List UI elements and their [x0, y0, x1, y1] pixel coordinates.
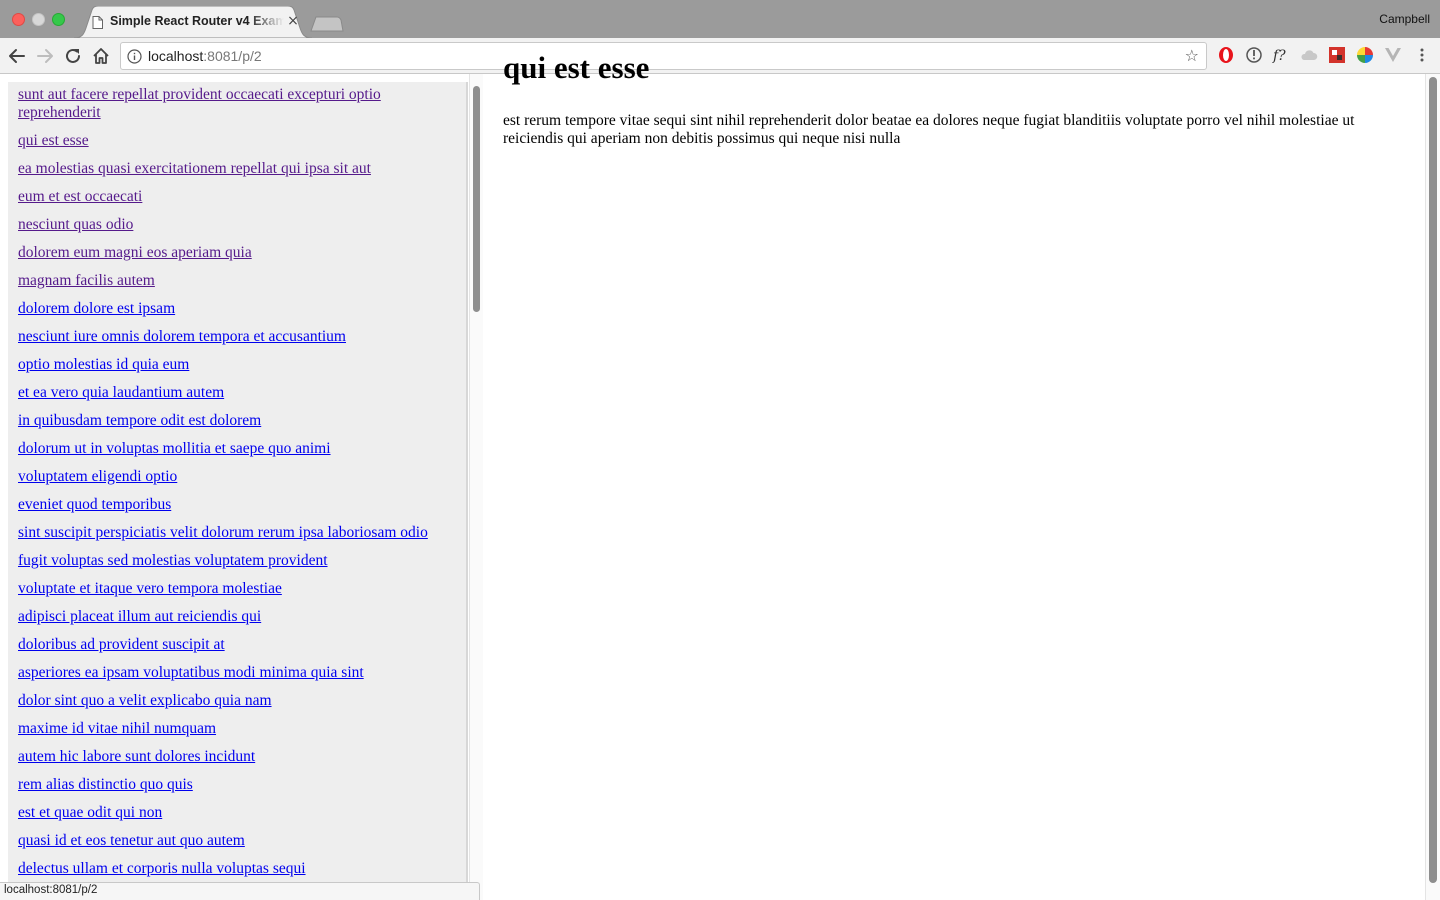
post-link[interactable]: autem hic labore sunt dolores incidunt — [18, 748, 255, 765]
list-item: eveniet quod temporibus — [18, 496, 456, 514]
list-item: voluptate et itaque vero tempora molesti… — [18, 580, 456, 598]
sidebar-scroll-thumb[interactable] — [473, 86, 480, 312]
post-link[interactable]: et ea vero quia laudantium autem — [18, 384, 224, 401]
post-title: qui est esse — [503, 50, 650, 85]
list-item: est et quae odit qui non — [18, 804, 456, 822]
list-item: quasi id et eos tenetur aut quo autem — [18, 832, 456, 850]
post-link[interactable]: nesciunt quas odio — [18, 216, 133, 233]
list-item: dolorum ut in voluptas mollitia et saepe… — [18, 440, 456, 458]
window-titlebar: Simple React Router v4 Example × Campbel… — [0, 0, 1440, 38]
list-item: dolorem eum magni eos aperiam quia — [18, 244, 456, 262]
post-link[interactable]: quasi id et eos tenetur aut quo autem — [18, 832, 245, 849]
list-item: dolorem dolore est ipsam — [18, 300, 456, 318]
forward-arrow-icon[interactable] — [34, 45, 56, 67]
list-item: magnam facilis autem — [18, 272, 456, 290]
menu-dots-icon[interactable] — [1413, 46, 1431, 64]
post-link[interactable]: dolor sint quo a velit explicabo quia na… — [18, 692, 272, 709]
page-scroll-thumb[interactable] — [1429, 77, 1437, 883]
post-link[interactable]: sunt aut facere repellat provident occae… — [18, 86, 381, 121]
post-link[interactable]: rem alias distinctio quo quis — [18, 776, 193, 793]
post-link[interactable]: maxime id vitae nihil numquam — [18, 720, 216, 737]
post-link[interactable]: dolorem dolore est ipsam — [18, 300, 175, 317]
list-item: in quibusdam tempore odit est dolorem — [18, 412, 456, 430]
reload-icon[interactable] — [62, 45, 84, 67]
post-link[interactable]: in quibusdam tempore odit est dolorem — [18, 412, 261, 429]
post-link[interactable]: nesciunt iure omnis dolorem tempora et a… — [18, 328, 346, 345]
list-item: optio molestias id quia eum — [18, 356, 456, 374]
back-arrow-icon[interactable] — [6, 45, 28, 67]
list-item: sunt aut facere repellat provident occae… — [18, 86, 456, 122]
status-bar: localhost:8081/p/2 — [0, 882, 480, 900]
post-link[interactable]: ea molestias quasi exercitationem repell… — [18, 160, 371, 177]
list-item: nesciunt iure omnis dolorem tempora et a… — [18, 328, 456, 346]
list-item: dolor sint quo a velit explicabo quia na… — [18, 692, 456, 710]
info-icon[interactable] — [127, 49, 142, 64]
post-detail: qui est esse est rerum tempore vitae seq… — [503, 50, 1413, 148]
list-item: sint suscipit perspiciatis velit dolorum… — [18, 524, 456, 542]
maximize-window-button[interactable] — [52, 13, 65, 26]
list-item: doloribus ad provident suscipit at — [18, 636, 456, 654]
list-item: nesciunt quas odio — [18, 216, 456, 234]
post-link[interactable]: optio molestias id quia eum — [18, 356, 189, 373]
url-host: localhost — [148, 48, 204, 64]
post-link[interactable]: asperiores ea ipsam voluptatibus modi mi… — [18, 664, 364, 681]
list-item: rem alias distinctio quo quis — [18, 776, 456, 794]
page-scrollbar[interactable] — [1425, 74, 1440, 900]
post-link[interactable]: sint suscipit perspiciatis velit dolorum… — [18, 524, 428, 541]
list-item: fugit voluptas sed molestias voluptatem … — [18, 552, 456, 570]
url-path: :8081/p/2 — [203, 48, 262, 64]
list-item: asperiores ea ipsam voluptatibus modi mi… — [18, 664, 456, 682]
sidebar-scrollbar[interactable] — [469, 74, 483, 900]
list-item: voluptatem eligendi optio — [18, 468, 456, 486]
post-link[interactable]: fugit voluptas sed molestias voluptatem … — [18, 552, 328, 569]
post-body: est rerum tempore vitae sequi sint nihil… — [503, 112, 1355, 147]
close-window-button[interactable] — [12, 13, 25, 26]
page-icon — [92, 16, 103, 34]
post-link[interactable]: dolorum ut in voluptas mollitia et saepe… — [18, 440, 331, 457]
list-item: maxime id vitae nihil numquam — [18, 720, 456, 738]
home-icon[interactable] — [90, 45, 112, 67]
post-link[interactable]: voluptatem eligendi optio — [18, 468, 177, 485]
post-link[interactable]: voluptate et itaque vero tempora molesti… — [18, 580, 282, 597]
post-link[interactable]: est et quae odit qui non — [18, 804, 162, 821]
post-link[interactable]: magnam facilis autem — [18, 272, 155, 289]
list-item: et ea vero quia laudantium autem — [18, 384, 456, 402]
post-link[interactable]: doloribus ad provident suscipit at — [18, 636, 225, 653]
page-viewport: sunt aut facere repellat provident occae… — [0, 74, 1440, 900]
post-link[interactable]: eum et est occaecati — [18, 188, 142, 205]
tab-title: Simple React Router v4 Example — [110, 14, 284, 28]
post-link[interactable]: adipisci placeat illum aut reiciendis qu… — [18, 608, 261, 625]
post-link[interactable]: dolorem eum magni eos aperiam quia — [18, 244, 252, 261]
list-item: qui est esse — [18, 132, 456, 150]
tab-close-icon[interactable]: × — [286, 14, 300, 28]
minimize-window-button[interactable] — [32, 13, 45, 26]
browser-tab-active[interactable]: Simple React Router v4 Example × — [74, 6, 312, 38]
post-link[interactable]: qui est esse — [18, 132, 89, 149]
post-link[interactable]: delectus ullam et corporis nulla volupta… — [18, 860, 306, 877]
post-list: sunt aut facere repellat provident occae… — [8, 82, 466, 878]
new-tab-button[interactable] — [310, 16, 344, 32]
post-list-sidebar: sunt aut facere repellat provident occae… — [8, 82, 468, 900]
list-item: autem hic labore sunt dolores incidunt — [18, 748, 456, 766]
list-item: eum et est occaecati — [18, 188, 456, 206]
list-item: delectus ullam et corporis nulla volupta… — [18, 860, 456, 878]
url-text[interactable]: localhost:8081/p/2 — [148, 48, 262, 64]
post-link[interactable]: eveniet quod temporibus — [18, 496, 171, 513]
profile-name[interactable]: Campbell — [1379, 12, 1430, 26]
list-item: ea molestias quasi exercitationem repell… — [18, 160, 456, 178]
list-item: adipisci placeat illum aut reiciendis qu… — [18, 608, 456, 626]
